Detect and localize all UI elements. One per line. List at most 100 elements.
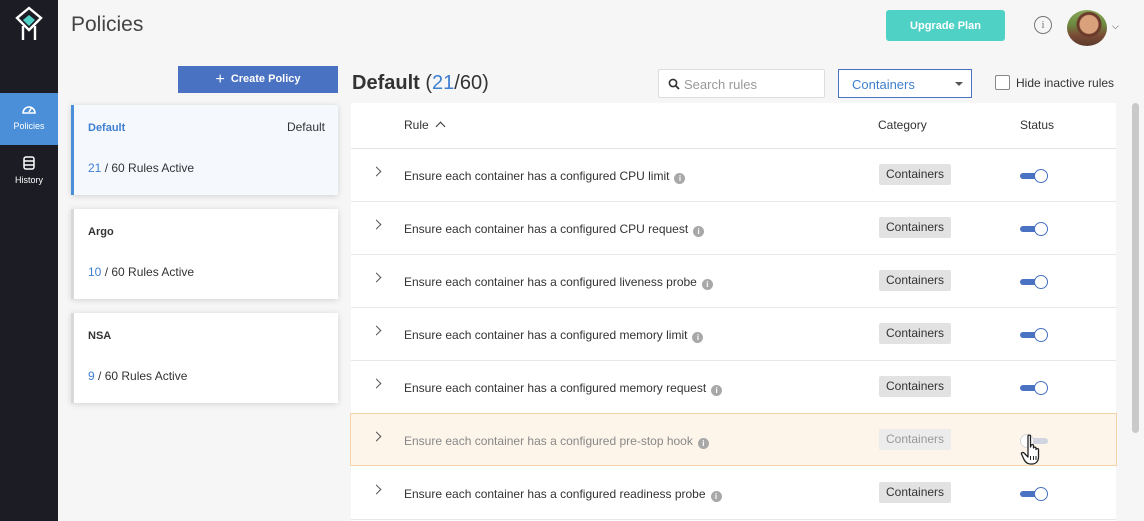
table-row[interactable]: Ensure each container has a configured m… [351, 361, 1116, 414]
hide-inactive-toggle[interactable]: Hide inactive rules [995, 75, 1114, 90]
table-row[interactable]: Ensure each container has a configured C… [351, 202, 1116, 255]
gauge-icon [22, 106, 36, 114]
table-row[interactable]: Ensure each container has a configured p… [350, 413, 1117, 466]
info-icon[interactable]: i [1034, 16, 1052, 34]
column-header-rule-label: Rule [404, 118, 429, 132]
toggle-knob [1034, 275, 1048, 289]
status-toggle[interactable] [1020, 487, 1048, 501]
toggle-knob [1034, 328, 1048, 342]
category-badge: Containers [879, 270, 952, 291]
policy-rules-suffix: / 60 Rules Active [101, 161, 195, 175]
create-policy-label: Create Policy [230, 72, 301, 85]
policy-card-nsa[interactable]: NSA 9 / 60 Rules Active [71, 313, 338, 403]
info-icon[interactable]: i [693, 226, 705, 237]
plus-icon: + [215, 70, 225, 88]
info-icon[interactable]: i [697, 438, 709, 449]
database-icon [23, 156, 35, 170]
policy-active-count: 10 [88, 265, 102, 279]
policy-active-count: 21 [88, 161, 102, 175]
policy-title-active: 21 [432, 72, 455, 94]
policy-title-name: Default [352, 72, 420, 94]
upgrade-plan-button[interactable]: Upgrade Plan [886, 10, 1005, 41]
status-toggle[interactable] [1020, 169, 1048, 183]
column-header-category: Category [878, 118, 927, 132]
status-toggle[interactable] [1020, 275, 1048, 289]
rule-name: Ensure each container has a configured r… [404, 487, 706, 501]
sidebar: Policies History [0, 0, 58, 521]
policy-card-default[interactable]: Default Default 21 / 60 Rules Active [71, 105, 338, 195]
search-icon [668, 78, 680, 90]
page-title: Policies [71, 13, 144, 36]
search-box[interactable] [658, 69, 825, 98]
search-input[interactable] [684, 76, 819, 92]
toggle-knob [1034, 487, 1048, 501]
hide-inactive-label: Hide inactive rules [1016, 76, 1115, 90]
chevron-right-icon[interactable] [371, 325, 382, 336]
policy-card-argo[interactable]: Argo 10 / 60 Rules Active [71, 209, 338, 299]
info-icon[interactable]: i [711, 385, 723, 396]
column-header-status: Status [1020, 118, 1055, 132]
create-policy-button[interactable]: + Create Policy [178, 66, 338, 93]
policy-title-total: /60) [454, 72, 489, 94]
toggle-knob [1034, 381, 1048, 395]
policy-rules-count: 10 / 60 Rules Active [88, 265, 194, 279]
status-toggle[interactable] [1020, 328, 1048, 342]
hand-pointer-cursor-icon [1020, 434, 1040, 465]
policy-tag: Default [286, 120, 325, 134]
category-badge: Containers [879, 429, 952, 450]
rule-text: Ensure each container has a configured l… [404, 275, 713, 290]
rule-text: Ensure each container has a configured p… [404, 434, 709, 449]
chevron-right-icon[interactable] [371, 219, 382, 230]
policy-title: Default (21/60) [352, 72, 489, 95]
rule-name: Ensure each container has a configured C… [404, 169, 670, 183]
rule-name: Ensure each container has a configured p… [404, 434, 693, 448]
chevron-right-icon[interactable] [371, 484, 382, 495]
category-badge: Containers [879, 376, 952, 397]
column-header-rule[interactable]: Rule [404, 118, 446, 132]
policy-name: Default [88, 122, 126, 134]
hide-inactive-checkbox[interactable] [995, 75, 1010, 90]
table-row[interactable]: Ensure each container has a configured r… [351, 467, 1116, 520]
table-row[interactable]: Ensure each container has a configured l… [351, 255, 1116, 308]
chevron-down-icon[interactable]: ⌵ [1112, 21, 1119, 32]
toggle-knob [1034, 169, 1048, 183]
category-badge: Containers [879, 164, 952, 185]
sidebar-item-history[interactable]: History [0, 147, 58, 199]
rules-table: Rule Category Status Ensure each contain… [350, 103, 1117, 521]
sort-ascending-icon[interactable] [435, 121, 446, 132]
chevron-right-icon[interactable] [371, 431, 382, 442]
info-icon[interactable]: i [674, 173, 686, 184]
sidebar-item-policies[interactable]: Policies [0, 93, 58, 145]
status-toggle[interactable] [1020, 381, 1048, 395]
chevron-right-icon[interactable] [371, 166, 382, 177]
toggle-knob [1034, 222, 1048, 236]
info-icon[interactable]: i [692, 332, 704, 343]
category-select[interactable]: Containers [838, 69, 972, 98]
rule-text: Ensure each container has a configured m… [404, 328, 704, 343]
scrollbar[interactable] [1132, 103, 1139, 433]
rule-text: Ensure each container has a configured m… [404, 381, 723, 396]
info-icon[interactable]: i [710, 491, 722, 502]
avatar[interactable] [1067, 10, 1107, 46]
table-row[interactable]: Ensure each container has a configured C… [351, 149, 1116, 202]
table-row[interactable]: Ensure each container has a configured m… [351, 308, 1116, 361]
chevron-right-icon[interactable] [371, 272, 382, 283]
policy-name: Argo [88, 226, 114, 238]
category-badge: Containers [879, 323, 952, 344]
policy-active-count: 9 [88, 369, 95, 383]
rule-name: Ensure each container has a configured C… [404, 222, 689, 236]
policy-name: NSA [88, 330, 112, 342]
info-icon[interactable]: i [701, 279, 713, 290]
chevron-right-icon[interactable] [371, 378, 382, 389]
sidebar-item-label: History [14, 175, 43, 185]
category-badge: Containers [879, 482, 952, 503]
rule-name: Ensure each container has a configured m… [404, 381, 707, 395]
rule-name: Ensure each container has a configured l… [404, 275, 697, 289]
policy-rules-suffix: / 60 Rules Active [101, 265, 195, 279]
policy-rules-suffix: / 60 Rules Active [94, 369, 188, 383]
status-toggle[interactable] [1020, 222, 1048, 236]
rule-text: Ensure each container has a configured C… [404, 222, 705, 237]
caret-down-icon [955, 82, 963, 86]
app-logo-icon[interactable] [14, 6, 44, 42]
category-badge: Containers [879, 217, 952, 238]
